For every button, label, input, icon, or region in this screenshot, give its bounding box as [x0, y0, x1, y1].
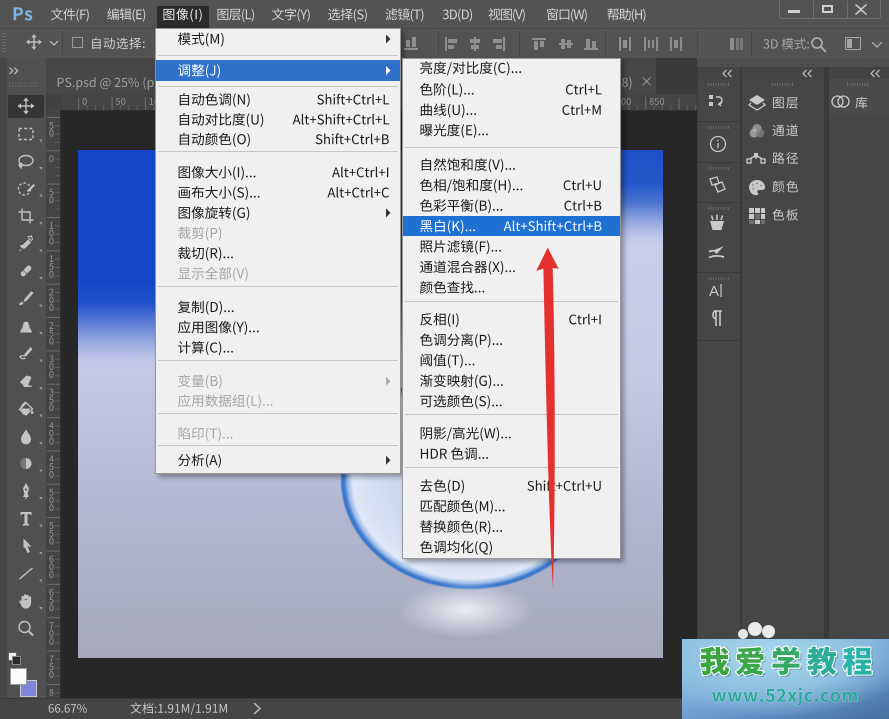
svg-text:A: A: [709, 283, 719, 300]
